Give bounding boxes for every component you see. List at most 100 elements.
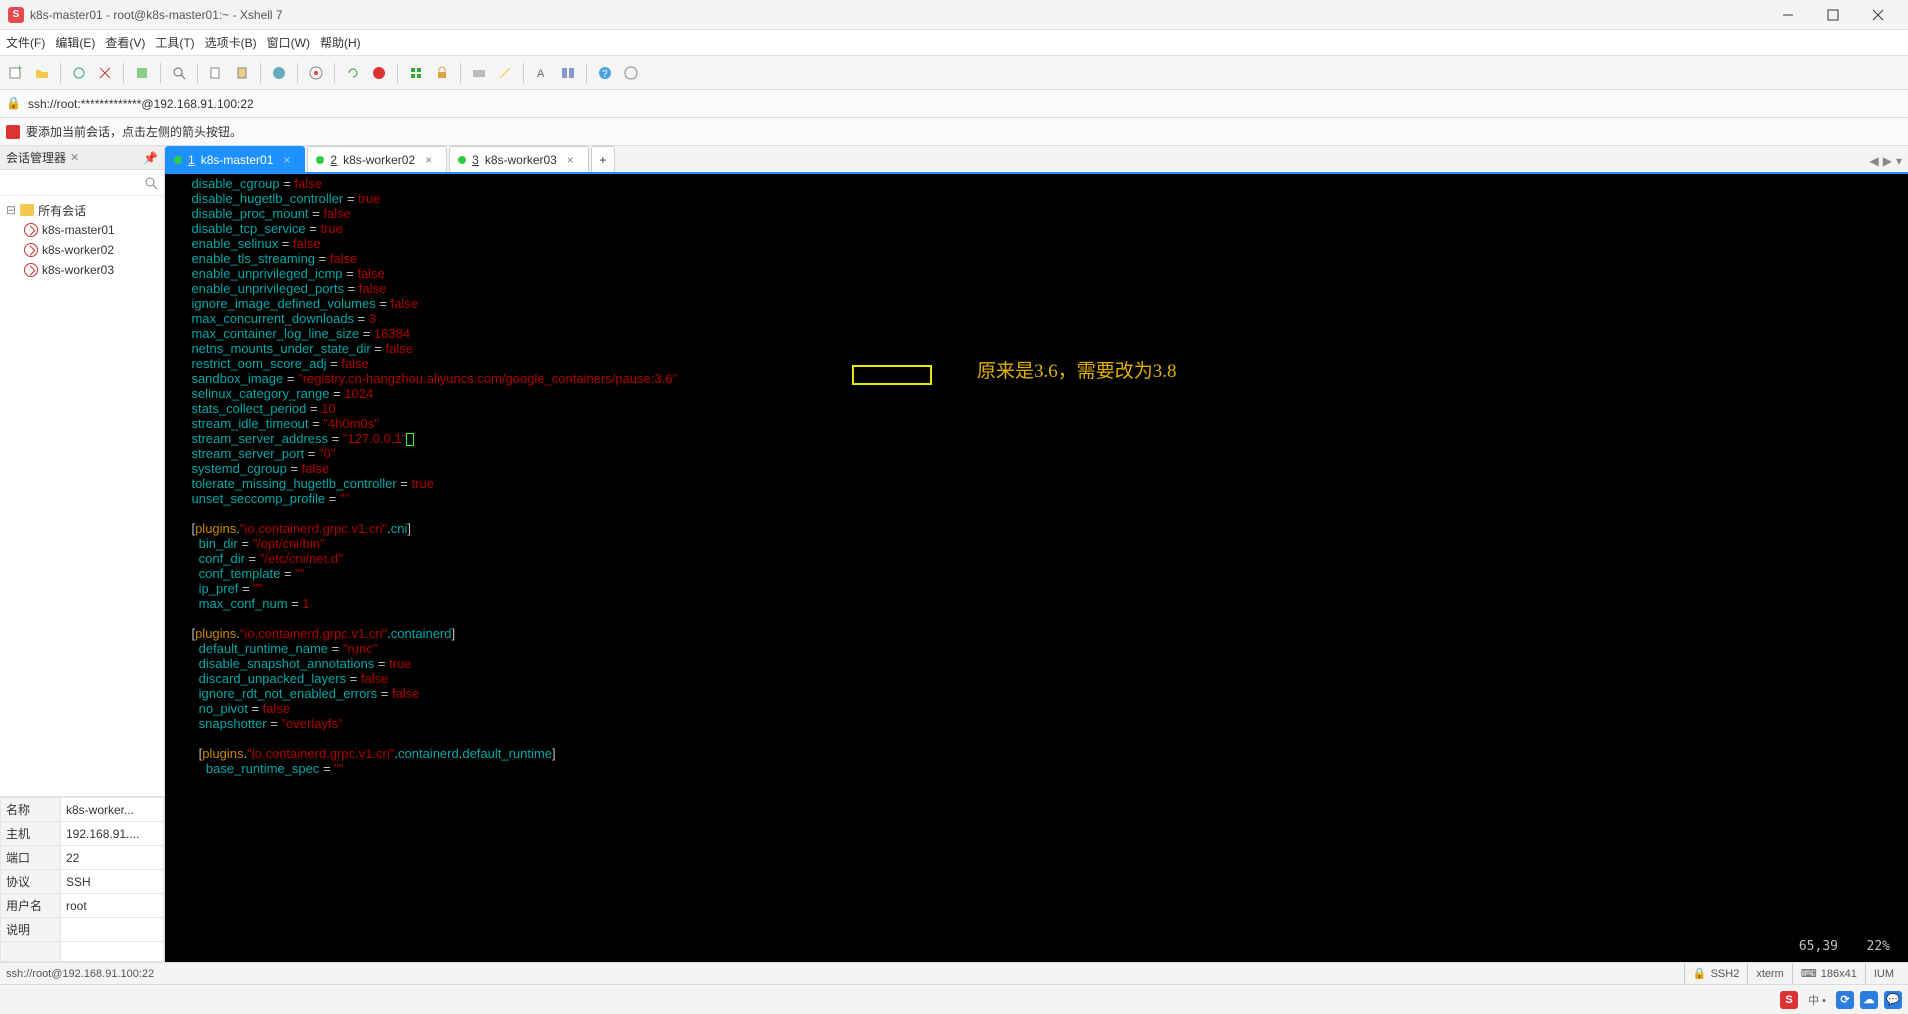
tray-icon-cloud[interactable]: ☁	[1860, 991, 1878, 1009]
highlight-icon[interactable]	[495, 63, 515, 83]
search-icon[interactable]	[169, 63, 189, 83]
open-session-icon[interactable]	[32, 63, 52, 83]
tree-root[interactable]: ⊟ 所有会话	[0, 200, 164, 220]
copy-icon[interactable]	[206, 63, 226, 83]
maximize-button[interactable]	[1810, 0, 1855, 30]
menu-window[interactable]: 窗口(W)	[267, 34, 310, 51]
status-address: ssh://root@192.168.91.100:22	[6, 968, 154, 980]
flag-icon	[6, 125, 20, 139]
address-text[interactable]: ssh://root:*************@192.168.91.100:…	[28, 97, 254, 111]
sidebar-header: 会话管理器 ✕ 📌	[0, 146, 164, 170]
prop-proto-key: 协议	[1, 870, 61, 894]
sidebar-title: 会话管理器	[6, 149, 66, 166]
title-bar: S k8s-master01 - root@k8s-master01:~ - X…	[0, 0, 1908, 30]
session-k8s-worker03[interactable]: k8s-worker03	[0, 260, 164, 280]
session-icon	[24, 263, 38, 277]
prop-empty	[1, 942, 61, 962]
terminal[interactable]: disable_cgroup = false disable_hugetlb_c…	[165, 174, 1908, 962]
layout-icon[interactable]	[558, 63, 578, 83]
svg-text:A: A	[537, 68, 545, 80]
record-icon[interactable]	[369, 63, 389, 83]
menu-bar: 文件(F) 编辑(E) 查看(V) 工具(T) 选项卡(B) 窗口(W) 帮助(…	[0, 30, 1908, 56]
tray-icon-s[interactable]: S	[1780, 991, 1798, 1009]
globe-icon[interactable]	[269, 63, 289, 83]
tab-nav: ◀ ▶ ▾	[1864, 154, 1908, 172]
tab-close-icon[interactable]: ×	[425, 153, 432, 167]
tree-root-label: 所有会话	[38, 202, 86, 219]
font-icon[interactable]: A	[532, 63, 552, 83]
menu-edit[interactable]: 编辑(E)	[55, 34, 95, 51]
add-tab-button[interactable]: +	[591, 146, 615, 172]
info-text: 要添加当前会话，点击左侧的箭头按钮。	[26, 123, 242, 140]
svg-text:?: ?	[602, 69, 608, 80]
session-tabs: 1 k8s-master01×2 k8s-worker02×3 k8s-work…	[165, 146, 1908, 174]
status-extra: IUM	[1865, 963, 1902, 984]
paste-icon[interactable]	[232, 63, 252, 83]
session-label: k8s-worker02	[42, 243, 114, 257]
menu-file[interactable]: 文件(F)	[6, 34, 45, 51]
highlight-box	[852, 365, 932, 385]
toolbar: + A ?	[0, 56, 1908, 90]
menu-tabs[interactable]: 选项卡(B)	[205, 34, 257, 51]
close-button[interactable]	[1855, 0, 1900, 30]
prop-name-val: k8s-worker...	[61, 798, 164, 822]
minimize-button[interactable]	[1765, 0, 1810, 30]
help-icon[interactable]: ?	[595, 63, 615, 83]
info-icon[interactable]	[621, 63, 641, 83]
prop-desc-val	[61, 918, 164, 942]
target-icon[interactable]	[306, 63, 326, 83]
refresh-icon[interactable]	[343, 63, 363, 83]
menu-tools[interactable]: 工具(T)	[155, 34, 194, 51]
cursor-position: 65,39	[1799, 939, 1838, 954]
info-bar: 要添加当前会话，点击左侧的箭头按钮。	[0, 118, 1908, 146]
prop-host-key: 主机	[1, 822, 61, 846]
tray-icon-chat[interactable]: 💬	[1884, 991, 1902, 1009]
prop-user-key: 用户名	[1, 894, 61, 918]
new-session-icon[interactable]: +	[6, 63, 26, 83]
sidebar-search[interactable]	[0, 170, 164, 196]
tray-icon-sync[interactable]: ⟳	[1836, 991, 1854, 1009]
svg-text:+: +	[17, 65, 22, 73]
sidebar-pin-icon[interactable]: 📌	[143, 151, 158, 165]
prop-name-key: 名称	[1, 798, 61, 822]
status-size: ⌨186x41	[1792, 963, 1865, 984]
keyboard-icon[interactable]	[469, 63, 489, 83]
menu-help[interactable]: 帮助(H)	[320, 34, 361, 51]
tab-k8s-master01[interactable]: 1 k8s-master01×	[165, 146, 305, 172]
status-term: xterm	[1747, 963, 1792, 984]
app-icon: S	[8, 7, 24, 23]
session-k8s-master01[interactable]: k8s-master01	[0, 220, 164, 240]
fullscreen-icon[interactable]	[406, 63, 426, 83]
lock-icon[interactable]	[432, 63, 452, 83]
tray-ime[interactable]: 中 •	[1808, 992, 1826, 1008]
reconnect-icon[interactable]	[69, 63, 89, 83]
tab-prev-icon[interactable]: ◀	[1870, 154, 1879, 168]
window-title: k8s-master01 - root@k8s-master01:~ - Xsh…	[30, 8, 1765, 22]
session-k8s-worker02[interactable]: k8s-worker02	[0, 240, 164, 260]
tab-close-icon[interactable]: ×	[283, 153, 290, 167]
session-properties: 名称k8s-worker... 主机192.168.91.... 端口22 协议…	[0, 796, 164, 962]
scroll-percent: 22%	[1867, 939, 1890, 954]
session-icon	[24, 223, 38, 237]
prop-proto-val: SSH	[61, 870, 164, 894]
folder-icon	[20, 204, 34, 216]
tab-k8s-worker02[interactable]: 2 k8s-worker02×	[307, 146, 447, 172]
session-manager-sidebar: 会话管理器 ✕ 📌 ⊟ 所有会话 k8s-master01 k8s-worker0…	[0, 146, 165, 962]
annotation-text: 原来是3.6，需要改为3.8	[977, 364, 1177, 379]
prop-user-val: root	[61, 894, 164, 918]
lock-small-icon: 🔒	[6, 96, 22, 112]
status-dot-icon	[174, 156, 182, 164]
tab-k8s-worker03[interactable]: 3 k8s-worker03×	[449, 146, 589, 172]
tab-next-icon[interactable]: ▶	[1883, 154, 1892, 168]
status-dot-icon	[458, 156, 466, 164]
address-bar: 🔒 ssh://root:*************@192.168.91.10…	[0, 90, 1908, 118]
tab-close-icon[interactable]: ×	[567, 153, 574, 167]
tab-menu-icon[interactable]: ▾	[1896, 154, 1902, 168]
sidebar-close-icon[interactable]: ✕	[70, 151, 79, 164]
disconnect-icon[interactable]	[95, 63, 115, 83]
session-label: k8s-master01	[42, 223, 115, 237]
menu-view[interactable]: 查看(V)	[105, 34, 145, 51]
prop-host-val: 192.168.91....	[61, 822, 164, 846]
properties-icon[interactable]	[132, 63, 152, 83]
status-dot-icon	[316, 156, 324, 164]
